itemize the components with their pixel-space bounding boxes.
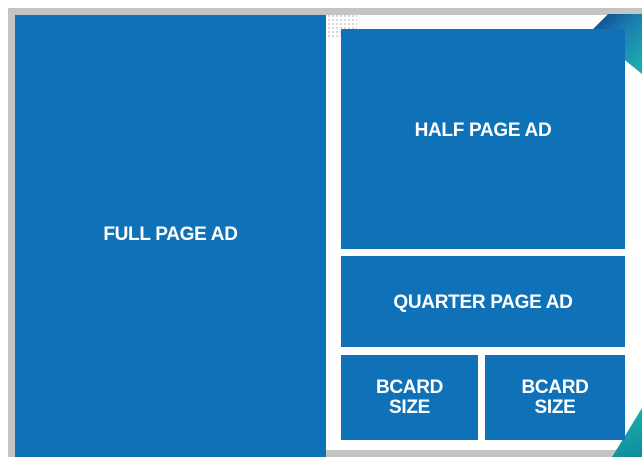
bcard-right-line1: BCARD bbox=[521, 376, 589, 398]
full-page-ad-block: FULL PAGE AD bbox=[15, 15, 326, 457]
quarter-page-ad-label: QUARTER PAGE AD bbox=[393, 291, 573, 313]
bcard-left-block: BCARD SIZE bbox=[341, 355, 478, 440]
half-page-ad-block: HALF PAGE AD bbox=[341, 29, 625, 249]
full-page-ad-label: FULL PAGE AD bbox=[103, 224, 238, 245]
ad-size-diagram: FULL PAGE AD HALF PAGE AD QUARTER PAGE A… bbox=[0, 0, 642, 457]
half-page-ad-label: HALF PAGE AD bbox=[414, 120, 552, 141]
bcard-right-label: BCARD SIZE bbox=[521, 376, 589, 418]
bcard-right-block: BCARD SIZE bbox=[485, 355, 625, 440]
quarter-page-ad-block: QUARTER PAGE AD bbox=[341, 256, 625, 347]
bcard-left-label: BCARD SIZE bbox=[375, 376, 444, 418]
bcard-left-line2: SIZE bbox=[388, 396, 430, 418]
bcard-left-line1: BCARD bbox=[375, 376, 444, 398]
bcard-right-line2: SIZE bbox=[534, 396, 576, 418]
